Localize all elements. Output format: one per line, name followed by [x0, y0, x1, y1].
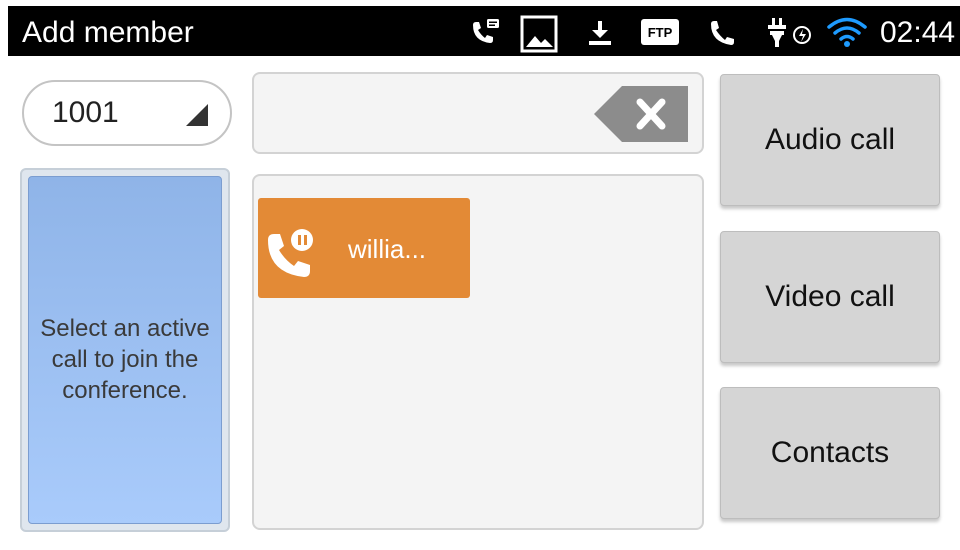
active-calls-panel: willia... [252, 174, 704, 530]
phone-hold-icon [264, 228, 320, 285]
account-dropdown[interactable]: 1001 [22, 80, 232, 146]
hint-area: Select an active call to join the confer… [28, 176, 222, 524]
video-call-button[interactable]: Video call [720, 231, 940, 363]
contacts-button[interactable]: Contacts [720, 387, 940, 519]
call-name: willia... [348, 234, 427, 264]
download-icon [586, 19, 614, 52]
conference-hint-panel: Select an active call to join the confer… [20, 168, 230, 532]
phone-icon [708, 19, 738, 52]
status-bar: Add member FTP 02:44 [8, 6, 960, 56]
audio-call-button[interactable]: Audio call [720, 74, 940, 206]
active-call-tile[interactable]: willia... [258, 198, 470, 298]
ftp-icon: FTP [640, 18, 680, 51]
backspace-icon [594, 86, 688, 142]
voicemail-call-icon [470, 19, 500, 50]
ftp-badge-text: FTP [648, 25, 673, 40]
dropdown-arrow-icon [186, 104, 208, 126]
page-title: Add member [22, 16, 194, 49]
backspace-button[interactable] [592, 84, 690, 149]
image-icon [520, 15, 558, 58]
hint-text: Select an active call to join the confer… [40, 314, 210, 404]
dial-input-field[interactable] [252, 72, 704, 154]
wifi-icon [826, 16, 868, 53]
status-clock: 02:44 [880, 16, 956, 49]
account-value: 1001 [52, 96, 119, 129]
usb-power-icon [764, 18, 816, 53]
